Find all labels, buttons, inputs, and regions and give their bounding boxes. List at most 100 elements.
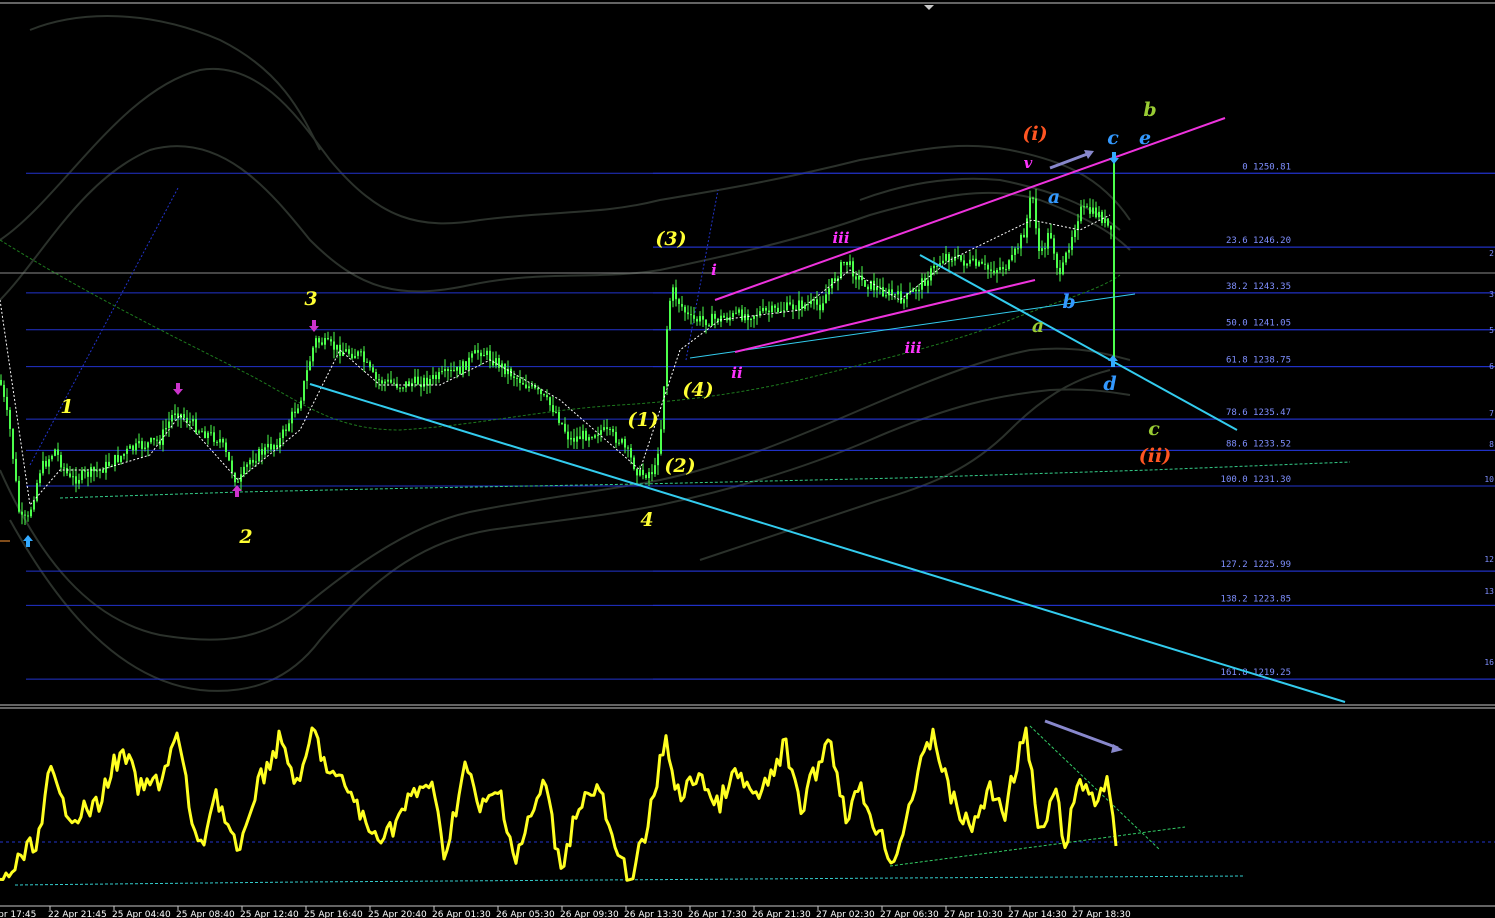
candle-body [852, 261, 854, 277]
candle-body [603, 427, 605, 431]
wave-label: iii [832, 229, 849, 247]
candle-body [720, 315, 722, 322]
candle-body [909, 291, 911, 294]
candle-body [696, 318, 698, 322]
candle-body [1014, 248, 1016, 255]
candle-body [624, 438, 626, 448]
candle-body [612, 429, 614, 432]
candle-body [345, 349, 347, 352]
candle-body [3, 384, 5, 397]
candle-body [162, 429, 164, 445]
candle-body [546, 395, 548, 398]
candle-body [819, 304, 821, 311]
fib-label: 161.8 1219.25 [1221, 668, 1291, 678]
candle-body [1026, 218, 1028, 238]
candle-body [570, 437, 572, 440]
time-label: 27 Apr 18:30 [1072, 910, 1131, 918]
time-label: 26 Apr 01:30 [432, 910, 491, 918]
candle-body [309, 361, 311, 371]
candle-body [33, 500, 35, 510]
price-scale-edge: 2 3 5 6 7 8 10 12 13 16 [1484, 249, 1494, 667]
candle-body [66, 467, 68, 474]
candle-body [558, 412, 560, 423]
wave-label: (i) [1022, 123, 1047, 145]
time-label: 25 Apr 08:40 [176, 910, 235, 918]
candle-body [393, 382, 395, 384]
candle-body [147, 442, 149, 448]
wave-label: (2) [664, 455, 695, 477]
edge-label: 8 [1489, 440, 1494, 449]
candle-body [747, 314, 749, 321]
candle-body [429, 378, 431, 386]
candle-body [168, 421, 170, 428]
time-label: 25 Apr 20:40 [368, 910, 427, 918]
candle-body [528, 386, 530, 388]
band-curve [0, 347, 1131, 641]
candle-body [816, 299, 818, 305]
candle-body [633, 457, 635, 469]
candle-body [51, 455, 53, 460]
candle-body [864, 280, 866, 287]
candle-body [990, 269, 992, 271]
candle-body [564, 423, 566, 432]
candle-body [18, 480, 20, 512]
support-line [59, 461, 1351, 499]
signal-arrows [0, 150, 1123, 753]
candle-body [360, 351, 362, 353]
candle-body [591, 437, 593, 439]
candle-body [318, 338, 320, 343]
edge-label: 2 [1489, 249, 1494, 258]
fibonacci-levels: 0 1250.81 23.6 1246.20 38.2 1243.35 50.0 12… [0, 162, 1495, 680]
candle-body [306, 370, 308, 381]
fib-label: 23.6 1246.20 [1226, 236, 1291, 246]
candle-body [663, 386, 665, 430]
candle-body [774, 305, 776, 308]
direction-arrow [1044, 719, 1119, 750]
candle-body [642, 469, 644, 475]
candle-body [765, 307, 767, 311]
candle-body [69, 473, 71, 477]
candle-body [516, 377, 518, 379]
candle-body [405, 381, 407, 388]
candle-body [210, 432, 212, 434]
price-candles [0, 160, 1115, 526]
candle-body [288, 423, 290, 431]
candle-body [846, 261, 848, 266]
candle-body [390, 379, 392, 383]
scroll-marker-icon[interactable] [924, 5, 934, 10]
candle-body [363, 351, 365, 363]
wave-label: 1 [60, 396, 73, 418]
candle-body [618, 442, 620, 444]
candle-body [915, 289, 917, 292]
candle-body [234, 472, 236, 483]
candle-body [255, 461, 257, 463]
wave-label: (1) [627, 409, 658, 431]
candle-body [615, 431, 617, 443]
time-label: 26 Apr 13:30 [624, 910, 683, 918]
candle-body [549, 397, 551, 406]
candle-body [588, 437, 590, 441]
candle-body [885, 295, 887, 297]
candle-body [582, 430, 584, 440]
wave-label: ii [731, 364, 743, 382]
candle-body [459, 366, 461, 375]
candle-body [522, 383, 524, 385]
candle-body [831, 278, 833, 289]
candle-body [1020, 234, 1022, 249]
candle-body [750, 318, 752, 321]
candle-body [201, 431, 203, 433]
candle-body [1008, 260, 1010, 270]
candle-body [465, 361, 467, 370]
candle-body [330, 339, 332, 342]
wave-label: 4 [640, 509, 653, 531]
candle-body [669, 300, 671, 330]
time-label: 25 Apr 16:40 [304, 910, 363, 918]
candle-body [1038, 228, 1040, 252]
wave-label: d [1103, 373, 1116, 395]
candle-body [6, 396, 8, 410]
fib-label: 50.0 1241.05 [1226, 319, 1291, 329]
candle-body [231, 460, 233, 473]
candle-body [1047, 232, 1049, 249]
candle-body [573, 437, 575, 442]
candle-body [1104, 218, 1106, 223]
